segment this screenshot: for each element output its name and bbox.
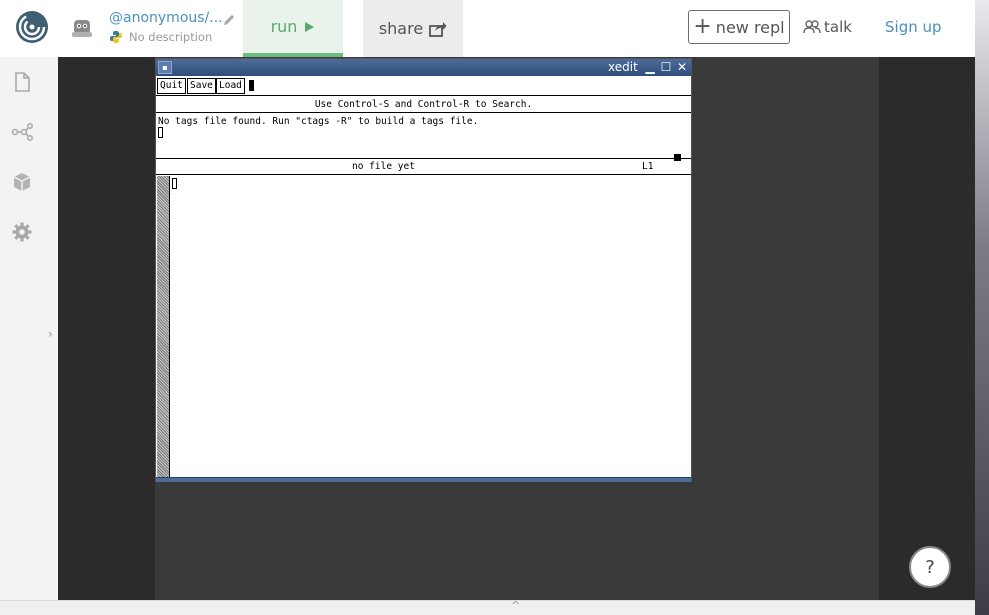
gear-icon[interactable] xyxy=(11,221,33,243)
chevron-up-icon[interactable]: ^ xyxy=(511,599,520,612)
share-button[interactable]: share xyxy=(363,0,463,57)
xedit-title-bar[interactable]: ▪ xedit ▁ ☐ ✕ xyxy=(156,59,691,76)
anonymous-avatar-icon xyxy=(72,20,92,37)
new-repl-label: new repl xyxy=(715,17,785,37)
load-button[interactable]: Load xyxy=(216,78,245,94)
top-bar: @anonymous/... No description run share … xyxy=(0,0,975,57)
message-caret xyxy=(158,127,163,138)
filename-input[interactable] xyxy=(249,80,254,91)
xedit-title: xedit xyxy=(608,60,638,74)
users-icon xyxy=(803,20,821,34)
xedit-window[interactable]: ▪ xedit ▁ ☐ ✕ Quit Save Load Use Control… xyxy=(155,58,692,482)
repl-description[interactable]: No description xyxy=(129,30,212,44)
quit-button[interactable]: Quit xyxy=(157,78,186,94)
minimize-icon[interactable]: ▁ xyxy=(643,60,657,74)
sign-up-link[interactable]: Sign up xyxy=(885,18,942,36)
vertical-scrollbar[interactable] xyxy=(157,176,170,478)
status-bar: no file yet L1 xyxy=(156,154,691,175)
horizontal-scrollbar[interactable] xyxy=(156,477,691,482)
replit-logo-icon[interactable] xyxy=(14,9,50,45)
expand-sidebar-chevron-icon[interactable]: › xyxy=(48,327,53,341)
plus-icon: + xyxy=(693,14,712,39)
message-text: No tags file found. Run "ctags -R" to bu… xyxy=(158,116,479,127)
new-repl-button[interactable]: + new repl xyxy=(688,10,790,44)
close-icon[interactable]: ✕ xyxy=(675,60,689,74)
pencil-icon[interactable] xyxy=(221,12,237,28)
console-toggle-bar[interactable]: ^ xyxy=(0,599,975,615)
text-caret xyxy=(172,178,177,189)
status-filename: no file yet xyxy=(352,161,415,172)
run-button[interactable]: run xyxy=(243,0,343,57)
xedit-button-bar: Quit Save Load xyxy=(156,76,691,96)
share-icon xyxy=(429,21,447,37)
talk-label: talk xyxy=(824,18,852,36)
python-icon xyxy=(110,31,122,43)
sidebar xyxy=(0,57,44,602)
share-graph-icon[interactable] xyxy=(11,121,33,143)
talk-link[interactable]: talk xyxy=(803,18,852,36)
play-icon xyxy=(305,21,315,32)
window-edge xyxy=(975,0,989,615)
status-line-number: L1 xyxy=(642,161,654,172)
help-button[interactable]: ? xyxy=(909,546,951,588)
search-hint: Use Control-S and Control-R to Search. xyxy=(156,97,691,113)
package-icon[interactable] xyxy=(11,171,33,193)
share-label: share xyxy=(378,19,424,38)
window-menu-icon[interactable]: ▪ xyxy=(158,61,172,74)
save-button[interactable]: Save xyxy=(187,78,216,94)
maximize-icon[interactable]: ☐ xyxy=(659,60,673,74)
file-icon[interactable] xyxy=(11,71,33,93)
repl-owner-link[interactable]: @anonymous/... xyxy=(109,10,223,26)
run-label: run xyxy=(270,17,298,36)
pane-resize-grip[interactable] xyxy=(674,154,681,161)
